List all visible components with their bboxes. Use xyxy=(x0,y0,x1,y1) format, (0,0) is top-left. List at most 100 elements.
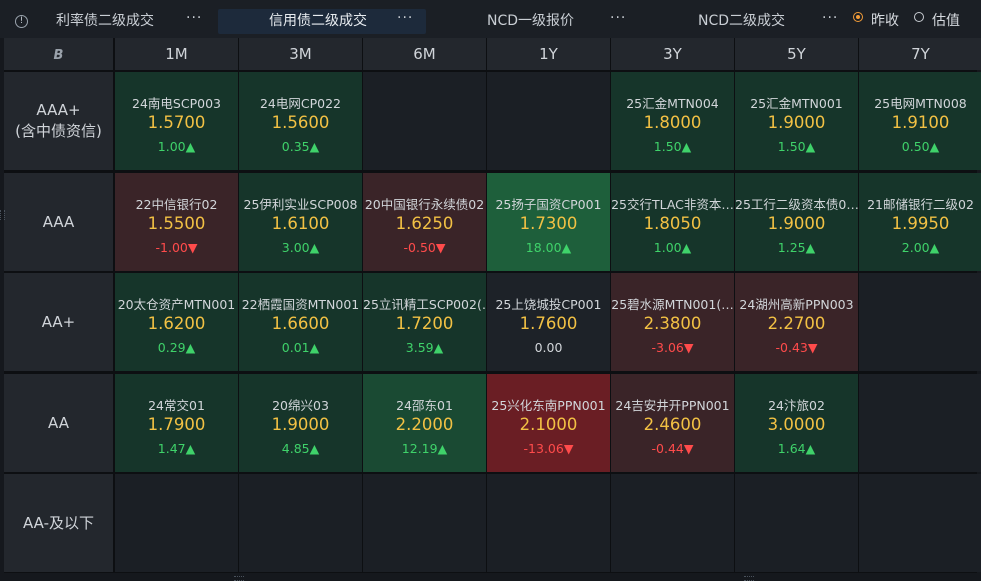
more-icon[interactable]: ··· xyxy=(610,6,626,31)
bond-yield: 1.8050 xyxy=(643,214,702,233)
bond-cell[interactable]: 25扬子国资CP001 1.7300 18.00▲ xyxy=(487,173,610,271)
column-header-1y[interactable]: 1Y xyxy=(487,38,610,70)
bond-cell[interactable]: 25兴化东南PPN001 2.1000 -13.06▼ xyxy=(487,374,610,472)
bond-yield: 2.3800 xyxy=(643,314,702,333)
bond-yield: 1.9000 xyxy=(767,113,826,132)
bond-yield: 1.9100 xyxy=(891,113,950,132)
bond-cell[interactable]: 24湖州高新PPN003 2.2700 -0.43▼ xyxy=(735,273,858,371)
bond-cell[interactable]: 24汴旅02 3.0000 1.64▲ xyxy=(735,374,858,472)
yield-change: 3.00▲ xyxy=(281,240,320,255)
corner-cell: B xyxy=(4,38,113,70)
bond-yield: 1.6100 xyxy=(271,214,330,233)
column-header-6m[interactable]: 6M xyxy=(363,38,486,70)
column-header-3m[interactable]: 3M xyxy=(239,38,362,70)
bond-yield: 2.1000 xyxy=(519,415,578,434)
resize-handle-bottom[interactable] xyxy=(234,576,244,581)
bond-name: 22栖霞国资MTN001 xyxy=(241,297,360,312)
bond-cell[interactable]: 24南电SCP003 1.5700 1.00▲ xyxy=(115,72,238,170)
bond-cell[interactable]: 24常交01 1.7900 1.47▲ xyxy=(115,374,238,472)
more-icon[interactable]: ··· xyxy=(397,6,413,31)
bond-name: 20太仓资产MTN001 xyxy=(117,297,236,312)
yield-change: -13.06▼ xyxy=(523,441,574,456)
bond-yield: 1.9950 xyxy=(891,214,950,233)
row-header-text: AAA xyxy=(43,212,75,233)
bond-cell[interactable]: 22中信银行02 1.5500 -1.00▼ xyxy=(115,173,238,271)
empty-cell xyxy=(859,474,981,572)
bond-name: 25碧水源MTN001(… xyxy=(611,297,734,312)
bond-cell[interactable]: 25交行TLAC非资本… 1.8050 1.00▲ xyxy=(611,173,734,271)
row-header: AA-及以下 xyxy=(4,474,113,572)
empty-cell xyxy=(611,474,734,572)
row-header-text: AA xyxy=(48,413,69,434)
bond-name: 24汴旅02 xyxy=(768,398,825,413)
bond-yield: 1.7300 xyxy=(519,214,578,233)
bond-yield: 1.5500 xyxy=(147,214,206,233)
bond-yield: 1.7900 xyxy=(147,415,206,434)
bond-yield: 2.2700 xyxy=(767,314,826,333)
bond-cell[interactable]: 25工行二级资本债0… 1.9000 1.25▲ xyxy=(735,173,858,271)
yield-change: -0.43▼ xyxy=(775,340,818,355)
bond-cell[interactable]: 25电网MTN008 1.9100 0.50▲ xyxy=(859,72,981,170)
tab-ncd-primary[interactable]: NCD一级报价 ··· xyxy=(430,9,640,34)
bond-cell[interactable]: 22栖霞国资MTN001 1.6600 0.01▲ xyxy=(239,273,362,371)
bond-cell[interactable]: 24电网CP022 1.5600 0.35▲ xyxy=(239,72,362,170)
tab-credit-bond-secondary[interactable]: 信用债二级成交 ··· xyxy=(218,9,426,34)
bond-name: 25工行二级资本债0… xyxy=(735,197,858,212)
bond-name: 25交行TLAC非资本… xyxy=(611,197,734,212)
yield-change: 0.00 xyxy=(534,340,563,355)
resize-handle-bottom[interactable] xyxy=(744,576,754,581)
bond-cell[interactable]: 25伊利实业SCP008 1.6100 3.00▲ xyxy=(239,173,362,271)
bond-name: 25上饶城投CP001 xyxy=(495,297,602,312)
empty-cell xyxy=(859,273,981,371)
yield-change: 3.59▲ xyxy=(405,340,444,355)
bond-name: 24电网CP022 xyxy=(259,96,342,111)
radio-estimate[interactable] xyxy=(914,12,924,22)
bond-cell[interactable]: 25汇金MTN001 1.9000 1.50▲ xyxy=(735,72,858,170)
row-header: AAA+ (含中债资信) xyxy=(4,72,113,170)
more-icon[interactable]: ··· xyxy=(822,6,838,31)
tab-rate-bond-secondary[interactable]: 利率债二级成交 ··· xyxy=(40,9,216,34)
radio-estimate-label[interactable]: 估值 xyxy=(932,10,960,30)
bond-cell[interactable]: 25碧水源MTN001(… 2.3800 -3.06▼ xyxy=(611,273,734,371)
radio-prev-close-label[interactable]: 昨收 xyxy=(871,10,899,30)
tab-label: 利率债二级成交 xyxy=(56,13,154,29)
bond-cell[interactable]: 20绵兴03 1.9000 4.85▲ xyxy=(239,374,362,472)
bond-cell[interactable]: 25立讯精工SCP002(… 1.7200 3.59▲ xyxy=(363,273,486,371)
bond-yield: 2.4600 xyxy=(643,415,702,434)
column-header-3y[interactable]: 3Y xyxy=(611,38,734,70)
empty-cell xyxy=(487,474,610,572)
row-header-text: AA-及以下 xyxy=(23,513,94,534)
bond-name: 24吉安井开PPN001 xyxy=(615,398,730,413)
bond-yield: 1.5600 xyxy=(271,113,330,132)
empty-cell xyxy=(115,474,238,572)
bond-cell[interactable]: 25上饶城投CP001 1.7600 0.00 xyxy=(487,273,610,371)
column-header-5y[interactable]: 5Y xyxy=(735,38,858,70)
resize-handle-left[interactable] xyxy=(0,210,5,220)
empty-cell xyxy=(239,474,362,572)
bond-cell[interactable]: 21邮储银行二级02 1.9950 2.00▲ xyxy=(859,173,981,271)
more-icon[interactable]: ··· xyxy=(186,6,202,31)
bond-name: 25电网MTN008 xyxy=(874,96,967,111)
bond-yield: 3.0000 xyxy=(767,415,826,434)
bond-cell[interactable]: 24吉安井开PPN001 2.4600 -0.44▼ xyxy=(611,374,734,472)
radio-prev-close[interactable] xyxy=(853,12,863,22)
column-header-1m[interactable]: 1M xyxy=(115,38,238,70)
info-icon[interactable]: ! xyxy=(15,15,28,28)
tab-label: NCD一级报价 xyxy=(487,13,575,29)
bond-yield: 1.6200 xyxy=(147,314,206,333)
bond-name: 25立讯精工SCP002(… xyxy=(363,297,486,312)
bond-yield: 1.7600 xyxy=(519,314,578,333)
rating-label: AA xyxy=(48,413,69,432)
bond-cell[interactable]: 24邵东01 2.2000 12.19▲ xyxy=(363,374,486,472)
bond-cell[interactable]: 25汇金MTN004 1.8000 1.50▲ xyxy=(611,72,734,170)
tab-bar: ! 利率债二级成交 ··· 信用债二级成交 ··· NCD一级报价 ··· NC… xyxy=(0,0,981,38)
tab-ncd-secondary[interactable]: NCD二级成交 ··· xyxy=(642,9,842,34)
bond-cell[interactable]: 20中国银行永续债02 1.6250 -0.50▼ xyxy=(363,173,486,271)
bond-yield: 1.9000 xyxy=(767,214,826,233)
row-header-text: AAA+ (含中债资信) xyxy=(15,100,102,142)
rating-label: AA+ xyxy=(41,312,76,331)
bond-yield: 1.8000 xyxy=(643,113,702,132)
bond-name: 20中国银行永续债02 xyxy=(364,197,485,212)
column-header-7y[interactable]: 7Y xyxy=(859,38,981,70)
bond-cell[interactable]: 20太仓资产MTN001 1.6200 0.29▲ xyxy=(115,273,238,371)
